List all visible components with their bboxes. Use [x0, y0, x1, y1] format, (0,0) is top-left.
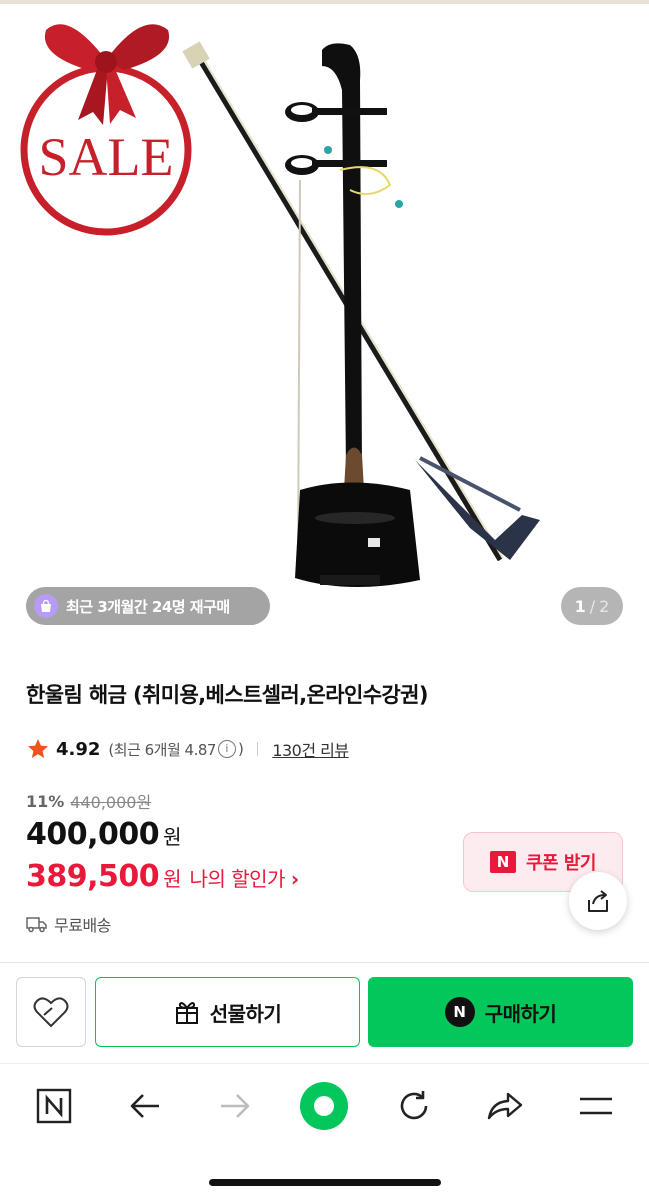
my-discount-price: 389,500 [26, 859, 160, 894]
sale-price-unit: 원 [163, 825, 182, 849]
my-discount-label: 나의 할인가 [189, 867, 286, 891]
rating-divider [257, 742, 259, 756]
truck-icon [26, 917, 47, 933]
discount-row: 11% 440,000원 [26, 789, 151, 813]
forward-button[interactable] [207, 1078, 263, 1134]
menu-icon [580, 1097, 612, 1115]
wishlist-button[interactable] [16, 977, 86, 1047]
rating-row: 4.92 (최근 6개월 4.87 i ) 130건 리뷰 [26, 735, 349, 763]
green-dot-icon [300, 1082, 348, 1130]
rating-recent: (최근 6개월 4.87 [108, 740, 216, 759]
gift-label: 선물하기 [209, 1001, 282, 1026]
toolbar-divider [0, 1063, 649, 1064]
rating-score: 4.92 [56, 738, 101, 760]
my-discount-price-unit: 원 [163, 867, 182, 891]
back-button[interactable] [117, 1078, 173, 1134]
coupon-label: 쿠폰 받기 [525, 853, 597, 874]
sale-price: 400,000 [26, 817, 160, 852]
naver-n-icon: N [489, 851, 516, 873]
reload-button[interactable] [386, 1078, 442, 1134]
shopping-bag-icon [34, 594, 58, 618]
shipping-text: 무료배송 [54, 916, 111, 935]
product-title: 한울림 해금 (취미용,베스트셀러,온라인수강권) [26, 683, 428, 707]
rebuy-text: 최근 3개월간 24명 재구매 [66, 597, 230, 616]
buy-label: 구매하기 [484, 1001, 557, 1026]
heart-icon [33, 997, 69, 1028]
reload-icon [400, 1091, 428, 1120]
discount-percent: 11% [26, 791, 65, 811]
naver-pay-icon: N [444, 997, 475, 1027]
chevron-right-icon: › [290, 867, 300, 891]
gift-icon [175, 1002, 198, 1024]
rebuy-badge: 최근 3개월간 24명 재구매 [26, 587, 270, 625]
review-count-link[interactable]: 130건 리뷰 [272, 737, 349, 761]
sale-badge: SALE [20, 24, 192, 236]
share-button[interactable] [569, 872, 627, 930]
menu-button[interactable] [568, 1078, 624, 1134]
product-image-carousel[interactable]: SALE 최근 3개월간 24명 재구매 1 / 2 [0, 0, 649, 648]
star-icon [28, 739, 48, 758]
sale-price-row: 400,000 원 [26, 817, 182, 852]
original-price: 440,000원 [70, 793, 152, 812]
shipping-row: 무료배송 [26, 912, 111, 936]
naver-home-icon [36, 1088, 72, 1124]
gift-button[interactable]: 선물하기 [95, 977, 360, 1047]
rating-recent-close: ) [237, 740, 244, 758]
buy-button[interactable]: N 구매하기 [368, 977, 633, 1047]
share-page-button[interactable] [477, 1078, 533, 1134]
home-indicator[interactable] [209, 1179, 441, 1186]
back-arrow-icon [130, 1094, 159, 1118]
my-discount-price-link[interactable]: 389,500 원 나의 할인가 › [26, 859, 299, 894]
action-bar-divider [0, 962, 649, 963]
image-page-indicator: 1 / 2 [561, 587, 623, 625]
naver-home-button[interactable] [26, 1078, 82, 1134]
info-icon[interactable]: i [217, 740, 236, 758]
forward-arrow-icon [221, 1094, 250, 1118]
page-current: 1 [574, 596, 586, 616]
page-total: 2 [599, 596, 610, 616]
green-dot-button[interactable] [296, 1078, 352, 1134]
share-icon [588, 890, 608, 912]
page-separator: / [589, 596, 596, 616]
sale-text: SALE [39, 127, 174, 187]
share-arrow-icon [487, 1092, 523, 1120]
